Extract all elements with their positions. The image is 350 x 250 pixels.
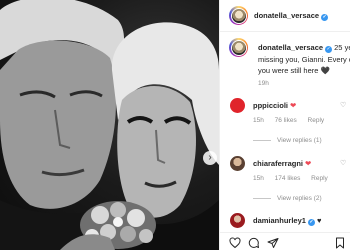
heart-outline-icon bbox=[229, 237, 241, 249]
comment-icon bbox=[248, 237, 259, 248]
comment-like-icon[interactable]: ♡ bbox=[340, 101, 346, 109]
reply-button[interactable]: Reply bbox=[311, 175, 328, 182]
replies-divider bbox=[253, 139, 271, 141]
verified-badge-icon: ✓ bbox=[307, 219, 315, 226]
verified-badge-icon: ✓ bbox=[321, 14, 329, 21]
comment-meta: 15h 174 likes Reply bbox=[253, 175, 337, 182]
share-icon bbox=[267, 238, 279, 248]
photo-illustration bbox=[0, 0, 219, 250]
replies-divider bbox=[253, 197, 271, 199]
comment-body: damianhurley1 ✓ ♥ bbox=[253, 216, 321, 226]
caption-line-1: donatella_versace✓ 25 years bbox=[258, 42, 350, 54]
comment-time[interactable]: 15h bbox=[253, 117, 264, 124]
comment-likes[interactable]: 174 likes bbox=[275, 175, 301, 182]
reply-button[interactable]: Reply bbox=[308, 117, 325, 124]
chevron-right-icon: › bbox=[208, 152, 212, 163]
bookmark-icon bbox=[336, 237, 344, 249]
post-caption: donatella_versace✓ 25 years missing you,… bbox=[258, 42, 350, 77]
comment-avatar[interactable] bbox=[230, 156, 245, 171]
comment-body: chiaraferragni ❤ bbox=[253, 159, 311, 168]
comment-username[interactable]: pppiccioli bbox=[253, 101, 288, 110]
post-action-bar bbox=[220, 232, 350, 250]
comment-username[interactable]: chiaraferragni bbox=[253, 159, 303, 168]
caption-text-1: 25 years bbox=[334, 43, 350, 52]
header-username[interactable]: donatella_versace ✓ bbox=[254, 11, 329, 21]
view-replies-label[interactable]: View replies (2) bbox=[277, 195, 322, 202]
caption-username[interactable]: donatella_versace bbox=[258, 43, 323, 52]
header-avatar[interactable] bbox=[229, 6, 248, 25]
comment-like-icon[interactable]: ♡ bbox=[340, 159, 346, 167]
post-side-panel: donatella_versace ✓ donatella_versace ✓ 25… bbox=[219, 0, 350, 250]
comment-time[interactable]: 15h bbox=[253, 175, 264, 182]
save-button[interactable] bbox=[334, 237, 346, 249]
comment-avatar[interactable] bbox=[230, 98, 245, 113]
caption-line-3: you were still here 🖤 bbox=[258, 65, 350, 77]
comment-username[interactable]: damianhurley1 bbox=[253, 216, 306, 225]
caption-timestamp[interactable]: 19h bbox=[258, 80, 269, 87]
post-header: donatella_versace ✓ bbox=[220, 0, 350, 32]
caption-avatar[interactable] bbox=[229, 38, 248, 57]
like-button[interactable] bbox=[229, 237, 241, 249]
next-photo-button[interactable]: › bbox=[203, 151, 217, 165]
post-photo[interactable]: › bbox=[0, 0, 219, 250]
comment-body: pppiccioli ❤ bbox=[253, 101, 296, 110]
red-heart-icon: ❤ bbox=[305, 159, 312, 168]
caption-text-3: you were still here bbox=[258, 66, 319, 75]
comment-avatar[interactable] bbox=[230, 213, 245, 228]
verified-badge-icon: ✓ bbox=[325, 46, 333, 53]
black-heart-icon: 🖤 bbox=[320, 66, 330, 75]
heart-icon: ♥ bbox=[316, 216, 322, 225]
share-button[interactable] bbox=[267, 237, 279, 249]
header-username-text[interactable]: donatella_versace bbox=[254, 11, 319, 20]
view-replies-button[interactable]: View replies (2) bbox=[253, 195, 322, 202]
comment-meta: 15h 76 likes Reply bbox=[253, 117, 333, 124]
view-replies-button[interactable]: View replies (1) bbox=[253, 137, 322, 144]
comment-likes[interactable]: 76 likes bbox=[275, 117, 297, 124]
red-heart-icon: ❤ bbox=[290, 101, 297, 110]
view-replies-label[interactable]: View replies (1) bbox=[277, 137, 322, 144]
caption-line-2: missing you, Gianni. Every day bbox=[258, 54, 350, 64]
comment-button[interactable] bbox=[248, 237, 260, 249]
